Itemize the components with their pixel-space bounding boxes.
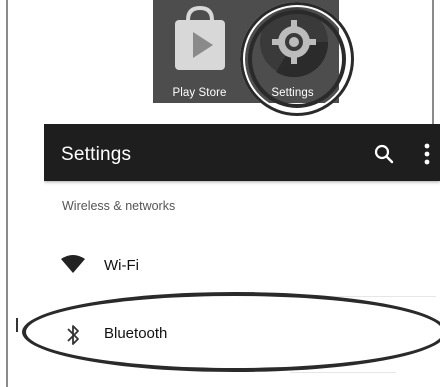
- play-store-label: Play Store: [172, 87, 227, 99]
- section-header-wireless: Wireless & networks: [62, 199, 176, 213]
- wifi-label: Wi-Fi: [104, 257, 139, 274]
- list-divider: [290, 372, 396, 373]
- settings-item-wifi[interactable]: Wi-Fi: [44, 236, 440, 296]
- settings-highlight-circle: [240, 2, 354, 116]
- search-icon[interactable]: [373, 143, 395, 165]
- page-title: Settings: [61, 144, 132, 165]
- left-edge-mark: [16, 318, 18, 332]
- bluetooth-highlight-ellipse: [22, 292, 440, 372]
- highlight-ellipse-inner: [30, 300, 439, 364]
- more-vert-icon[interactable]: [420, 141, 434, 167]
- highlight-ring-inner: [248, 10, 346, 108]
- play-store-app[interactable]: Play Store: [153, 0, 246, 103]
- wifi-icon: [61, 255, 85, 273]
- app-bar: Settings: [44, 124, 440, 181]
- play-store-icon: [175, 6, 225, 70]
